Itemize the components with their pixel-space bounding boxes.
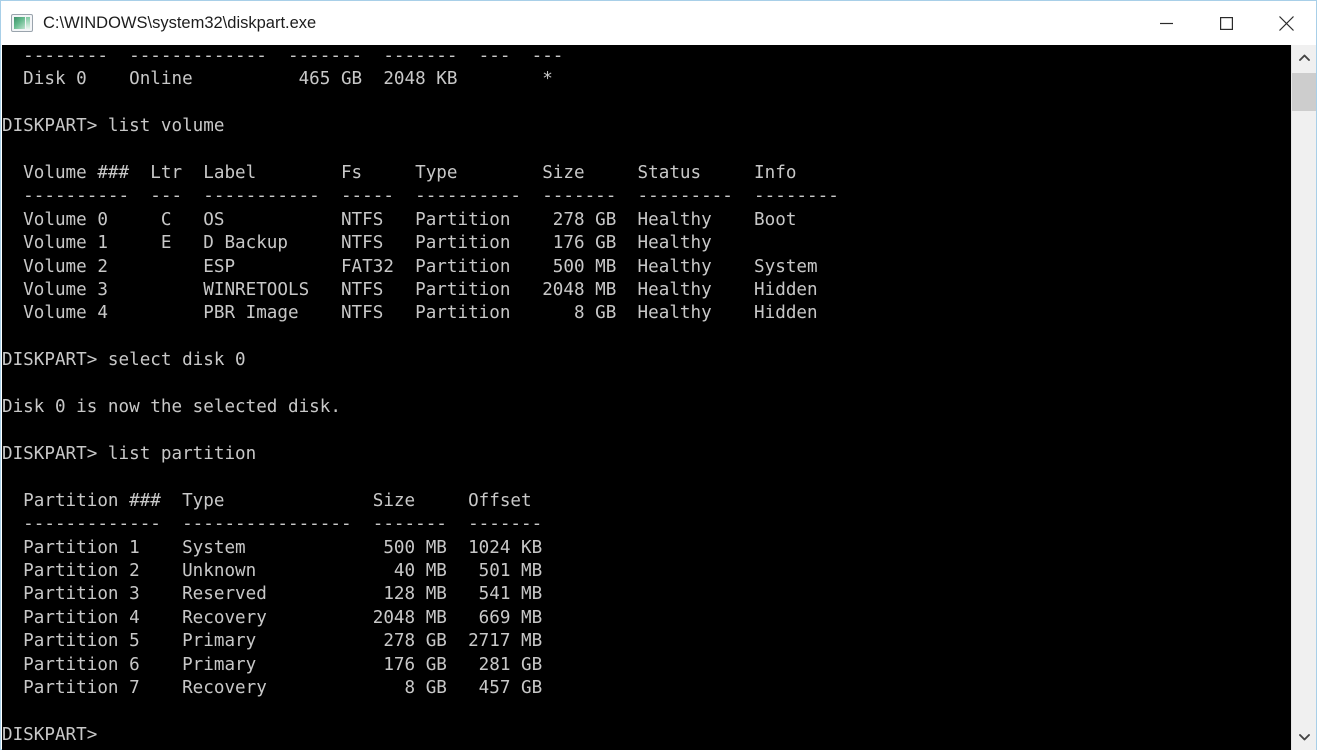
close-icon bbox=[1278, 15, 1294, 31]
maximize-icon bbox=[1219, 16, 1233, 30]
scroll-down-button[interactable] bbox=[1292, 724, 1316, 750]
console-app-icon bbox=[11, 14, 33, 32]
maximize-button[interactable] bbox=[1196, 1, 1256, 45]
console-text: -------- ------------- ------- ------- -… bbox=[2, 46, 839, 745]
console-output-area[interactable]: -------- ------------- ------- ------- -… bbox=[2, 45, 1291, 750]
close-button[interactable] bbox=[1256, 1, 1316, 45]
title-bar-left: C:\WINDOWS\system32\diskpart.exe bbox=[1, 14, 1136, 33]
minimize-icon bbox=[1159, 17, 1173, 30]
scrollbar-thumb[interactable] bbox=[1292, 73, 1316, 111]
title-bar[interactable]: C:\WINDOWS\system32\diskpart.exe bbox=[1, 1, 1316, 45]
console-app-icon-screen bbox=[14, 17, 25, 29]
window-title: C:\WINDOWS\system32\diskpart.exe bbox=[43, 13, 317, 32]
vertical-scrollbar[interactable] bbox=[1291, 45, 1316, 750]
diskpart-window: C:\WINDOWS\system32\diskpart.exe -------… bbox=[0, 0, 1317, 750]
window-controls bbox=[1136, 1, 1316, 45]
chevron-down-icon bbox=[1298, 728, 1310, 746]
chevron-up-icon bbox=[1298, 49, 1310, 67]
scroll-up-button[interactable] bbox=[1292, 45, 1316, 71]
scrollbar-track[interactable] bbox=[1292, 71, 1316, 724]
minimize-button[interactable] bbox=[1136, 1, 1196, 45]
console-app-icon-edge bbox=[26, 17, 30, 29]
